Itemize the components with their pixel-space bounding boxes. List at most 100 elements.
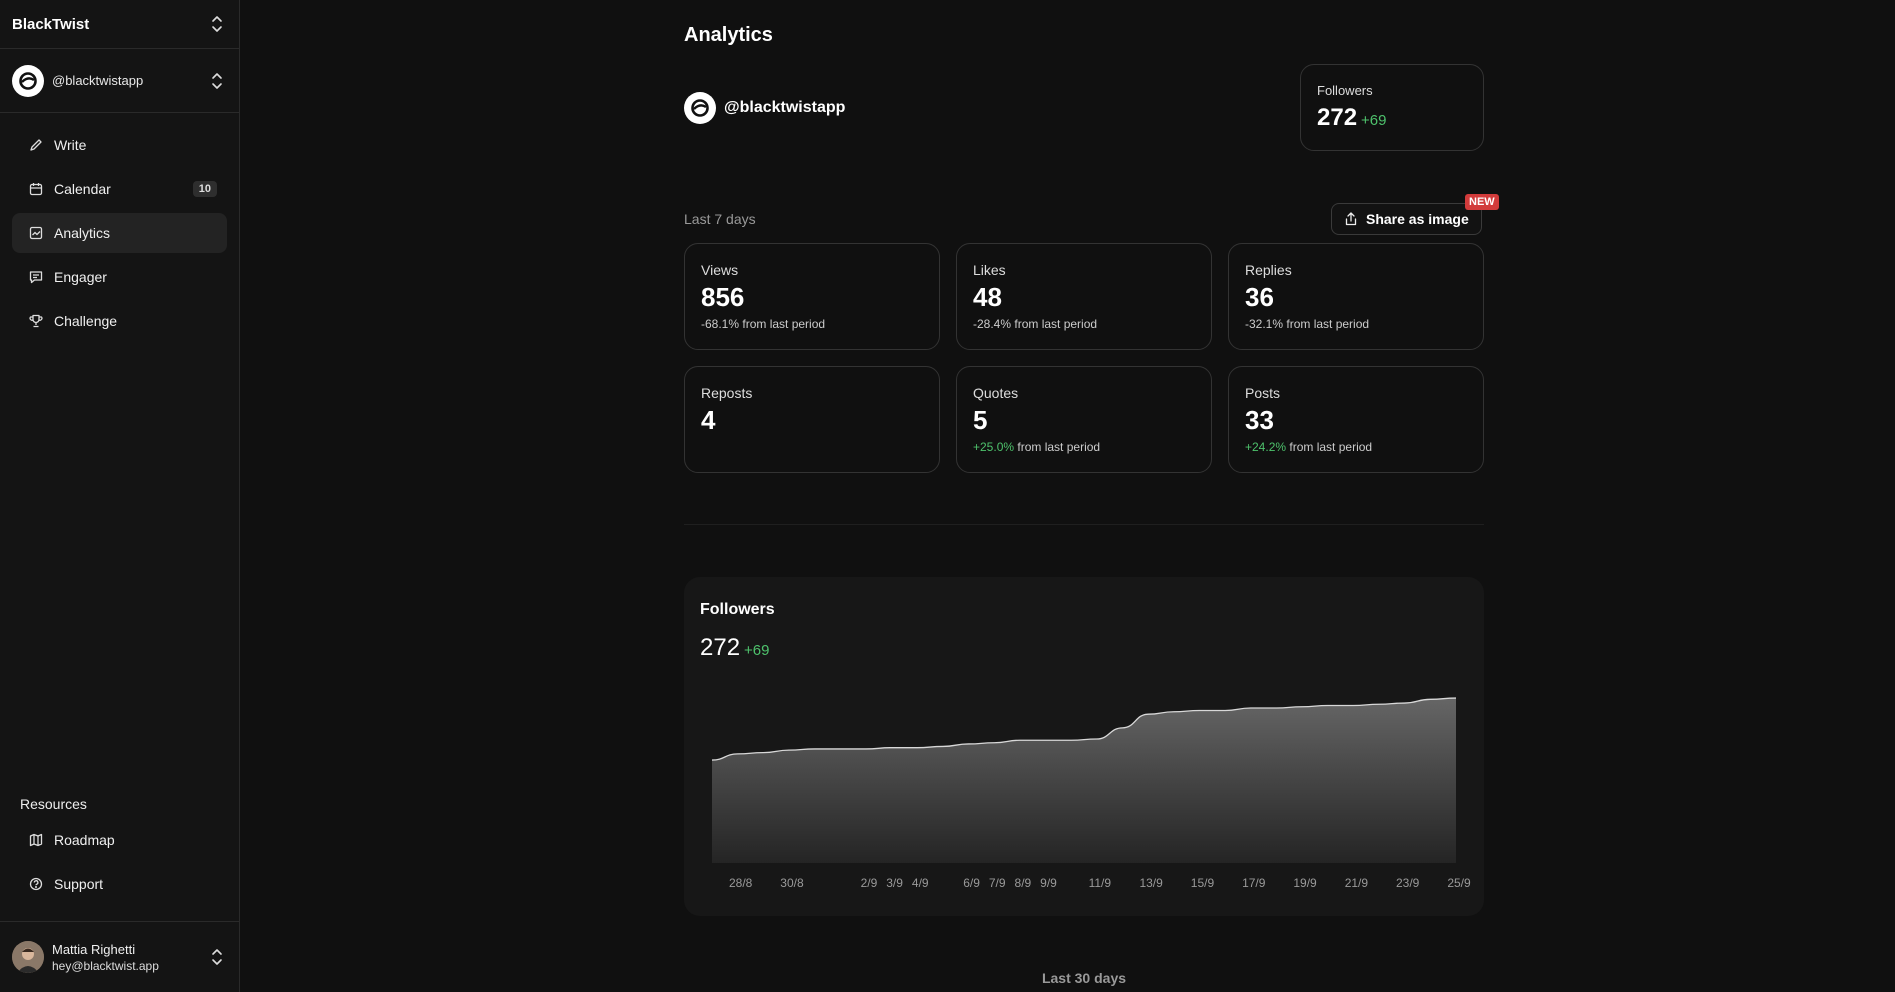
- stat-value: 4: [701, 405, 716, 435]
- stat-change-percent: +25.0%: [973, 440, 1015, 454]
- stat-change: -32.1% from last period: [1245, 317, 1467, 331]
- workspace-switcher[interactable]: BlackTwist: [0, 0, 239, 49]
- stat-change: -28.4% from last period: [973, 317, 1195, 331]
- x-tick-label: 30/8: [780, 876, 804, 890]
- stats-grid: Views 856 -68.1% from last period Likes …: [684, 243, 1484, 473]
- stat-change-suffix: from last period: [1286, 440, 1373, 454]
- help-circle-icon: [28, 876, 44, 892]
- stat-change: -68.1% from last period: [701, 317, 923, 331]
- profile-logo-icon: [684, 92, 716, 124]
- message-icon: [28, 269, 44, 285]
- nav-item-write[interactable]: Write: [12, 125, 227, 165]
- nav-label: Support: [54, 876, 104, 892]
- user-menu[interactable]: Mattia Righetti hey@blacktwist.app: [0, 921, 239, 992]
- user-info: Mattia Righetti hey@blacktwist.app: [52, 942, 209, 973]
- last-30-days-label: Last 30 days: [1041, 970, 1127, 986]
- x-tick-label: 28/8: [729, 876, 753, 890]
- stat-card-quotes: Quotes 5 +25.0% from last period: [956, 366, 1212, 473]
- stat-change-suffix: from last period: [1011, 317, 1098, 331]
- x-tick-label: 7/9: [989, 876, 1006, 890]
- stat-change-percent: -68.1%: [701, 317, 740, 331]
- pencil-icon: [28, 137, 44, 153]
- calendar-count-badge: 10: [192, 181, 217, 197]
- stat-change-percent: -32.1%: [1245, 317, 1284, 331]
- stat-change-percent: -28.4%: [973, 317, 1012, 331]
- stat-change-suffix: from last period: [1283, 317, 1370, 331]
- period-label: Last 7 days: [684, 211, 756, 227]
- page-title: Analytics: [684, 24, 773, 46]
- stat-card-views: Views 856 -68.1% from last period: [684, 243, 940, 350]
- nav-item-engager[interactable]: Engager: [12, 257, 227, 297]
- stat-change-percent: +24.2%: [1245, 440, 1287, 454]
- resources-title: Resources: [20, 796, 87, 812]
- brand-name: BlackTwist: [12, 15, 90, 33]
- x-tick-label: 9/9: [1040, 876, 1057, 890]
- x-tick-label: 25/9: [1447, 876, 1471, 890]
- account-switcher[interactable]: @blacktwistapp: [0, 49, 239, 113]
- stat-title: Quotes: [973, 385, 1019, 401]
- x-tick-label: 13/9: [1139, 876, 1163, 890]
- followers-count: 272: [1317, 104, 1358, 131]
- stat-value: 36: [1245, 282, 1274, 312]
- stat-value: 33: [1245, 405, 1274, 435]
- stat-change: +24.2% from last period: [1245, 440, 1467, 454]
- chevron-updown-icon: [209, 14, 225, 34]
- new-badge: NEW: [1465, 194, 1499, 210]
- x-tick-label: 17/9: [1242, 876, 1266, 890]
- share-icon: [1345, 212, 1357, 226]
- profile-header: @blacktwistapp: [684, 92, 845, 124]
- resources-section: Resources Roadmap Support: [0, 796, 239, 908]
- chevron-updown-icon: [209, 947, 225, 967]
- x-tick-label: 15/9: [1191, 876, 1215, 890]
- nav-label: Analytics: [54, 225, 111, 241]
- share-as-image-button[interactable]: Share as image: [1331, 203, 1482, 235]
- x-tick-label: 3/9: [886, 876, 903, 890]
- nav-item-roadmap[interactable]: Roadmap: [12, 820, 227, 860]
- avatar: [12, 941, 44, 973]
- stat-card-reposts: Reposts 4: [684, 366, 940, 473]
- map-icon: [28, 832, 44, 848]
- stat-title: Likes: [973, 262, 1006, 278]
- followers-card-value: 272 +69: [1317, 104, 1467, 132]
- trophy-icon: [28, 313, 44, 329]
- x-tick-label: 23/9: [1396, 876, 1420, 890]
- chevron-updown-icon: [209, 71, 225, 91]
- x-tick-label: 2/9: [861, 876, 878, 890]
- x-tick-label: 11/9: [1089, 876, 1112, 890]
- nav-item-analytics[interactable]: Analytics: [12, 213, 227, 253]
- calendar-icon: [28, 181, 44, 197]
- stat-title: Posts: [1245, 385, 1281, 401]
- stat-card-posts: Posts 33 +24.2% from last period: [1228, 366, 1484, 473]
- stat-change: +25.0% from last period: [973, 440, 1195, 454]
- nav-label: Challenge: [54, 313, 118, 329]
- followers-delta: +69: [1361, 112, 1387, 129]
- x-tick-label: 19/9: [1293, 876, 1317, 890]
- stat-card-replies: Replies 36 -32.1% from last period: [1228, 243, 1484, 350]
- user-email: hey@blacktwist.app: [52, 958, 159, 973]
- nav-item-support[interactable]: Support: [12, 864, 227, 904]
- followers-area-fill: [712, 698, 1456, 863]
- followers-summary-card: Followers 272 +69: [1300, 64, 1484, 151]
- x-tick-label: 4/9: [912, 876, 929, 890]
- stat-title: Reposts: [701, 385, 753, 401]
- stat-title: Views: [701, 262, 739, 278]
- profile-name: @blacktwistapp: [724, 99, 846, 116]
- stat-change-suffix: from last period: [739, 317, 826, 331]
- nav-label: Calendar: [54, 181, 111, 197]
- nav-item-calendar[interactable]: Calendar 10: [12, 169, 227, 209]
- x-tick-label: 6/9: [963, 876, 980, 890]
- account-logo-icon: [12, 64, 44, 97]
- nav-label: Roadmap: [54, 832, 115, 848]
- followers-chart-card: Followers 272 +69 28/8 30/8 2/9 3/9 4/9 6/9 7/9…: [684, 577, 1484, 916]
- nav-item-challenge[interactable]: Challenge: [12, 301, 227, 341]
- stat-card-likes: Likes 48 -28.4% from last period: [956, 243, 1212, 350]
- stat-title: Replies: [1245, 262, 1292, 278]
- main-nav: Write Calendar 10 Analytics Engager Chal…: [0, 113, 239, 341]
- user-name: Mattia Righetti: [52, 941, 136, 957]
- stat-change-suffix: from last period: [1014, 440, 1101, 454]
- nav-label: Write: [54, 137, 87, 153]
- share-label: Share as image: [1366, 211, 1469, 227]
- stat-value: 856: [701, 282, 745, 312]
- stat-value: 5: [973, 405, 988, 435]
- account-handle: @blacktwistapp: [52, 73, 144, 88]
